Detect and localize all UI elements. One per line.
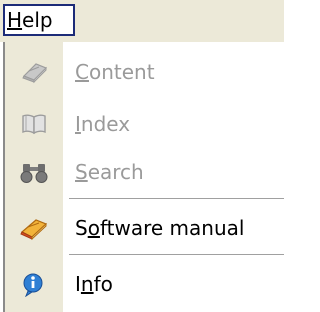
manual-label-mnemonic: o <box>87 216 100 240</box>
menu-item-index-label: Index <box>75 100 130 148</box>
binoculars-icon <box>17 158 51 186</box>
content-label-post: ontent <box>88 60 155 84</box>
menu-item-content[interactable]: Content <box>5 48 284 96</box>
menu-item-search-label: Search <box>75 148 144 196</box>
menu-item-search[interactable]: Search <box>5 148 284 196</box>
menu-item-index[interactable]: Index <box>5 100 284 148</box>
info-icon <box>17 270 51 298</box>
search-label-post: earch <box>87 160 144 184</box>
manual-label-post: ftware manual <box>99 216 245 240</box>
content-book-icon <box>17 58 51 86</box>
help-menu-label: elp <box>22 8 53 32</box>
search-label-mnemonic: S <box>75 160 88 184</box>
info-label-post: fo <box>93 272 113 296</box>
menu-item-info-label: Info <box>75 260 113 308</box>
manual-label-pre: S <box>75 216 88 240</box>
menu-item-info[interactable]: Info <box>5 260 284 308</box>
help-menu[interactable]: Help <box>3 4 75 36</box>
menu-item-software-manual-label: Software manual <box>75 204 244 252</box>
help-menu-mnemonic: H <box>7 8 23 32</box>
menu-item-content-label: Content <box>75 48 155 96</box>
index-book-icon <box>17 110 51 138</box>
menu-separator <box>69 198 284 199</box>
info-label-mnemonic: n <box>80 272 94 296</box>
menu-separator <box>69 254 284 255</box>
content-label-mnemonic: C <box>75 60 89 84</box>
help-dropdown: Content Index Search Software manual Inf… <box>3 42 284 312</box>
index-label-post: ndex <box>80 112 131 136</box>
menu-bar: Help <box>0 0 284 42</box>
manual-icon <box>17 214 51 242</box>
menu-item-software-manual[interactable]: Software manual <box>5 204 284 252</box>
